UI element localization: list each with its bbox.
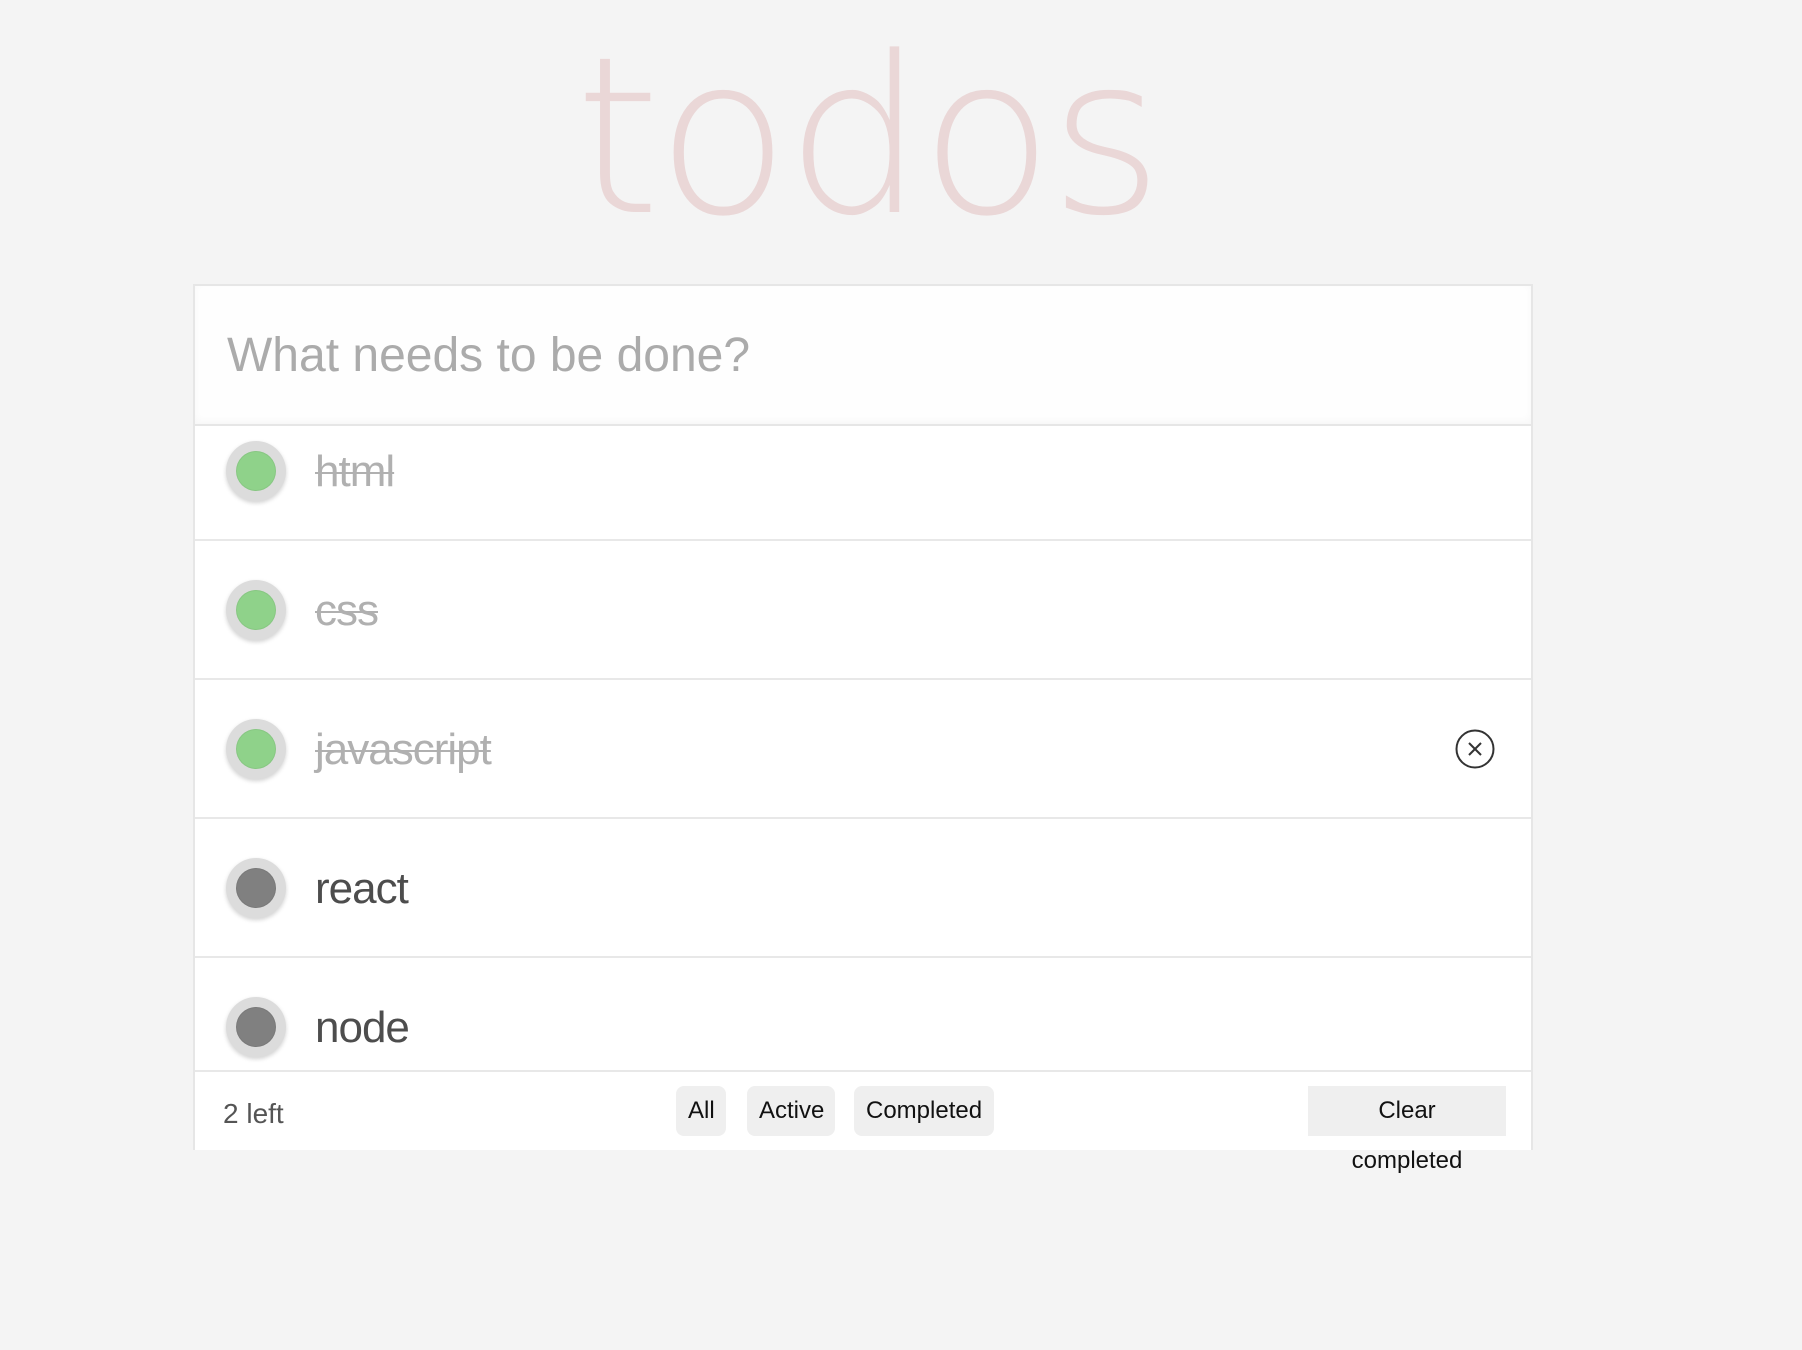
todo-item[interactable]: javascript bbox=[195, 680, 1531, 819]
check-dot-icon bbox=[236, 729, 276, 769]
todo-label: css bbox=[315, 586, 379, 635]
new-todo-input[interactable] bbox=[195, 286, 1531, 424]
check-dot-icon bbox=[236, 590, 276, 630]
filter-all-button[interactable]: All bbox=[676, 1086, 726, 1136]
check-dot-icon bbox=[236, 1007, 276, 1047]
toggle-checkbox[interactable] bbox=[226, 858, 286, 918]
todo-list-viewport[interactable]: html css javascript react node bbox=[195, 424, 1531, 1070]
todo-item[interactable]: react bbox=[195, 819, 1531, 958]
toggle-checkbox[interactable] bbox=[226, 719, 286, 779]
todo-label: node bbox=[315, 1003, 410, 1052]
toggle-checkbox[interactable] bbox=[226, 997, 286, 1057]
items-left-count: 2 left bbox=[223, 1098, 284, 1129]
toggle-checkbox[interactable] bbox=[226, 580, 286, 640]
todo-list: html css javascript react node bbox=[195, 426, 1531, 1070]
check-dot-icon bbox=[236, 868, 276, 908]
filter-active-button[interactable]: Active bbox=[747, 1086, 835, 1136]
todo-label: html bbox=[315, 447, 395, 496]
todo-label: javascript bbox=[315, 725, 492, 774]
filter-completed-button[interactable]: Completed bbox=[854, 1086, 994, 1136]
todo-item[interactable]: css bbox=[195, 541, 1531, 680]
todo-item[interactable]: node bbox=[195, 958, 1531, 1070]
close-circle-icon[interactable] bbox=[1455, 729, 1495, 769]
toggle-checkbox[interactable] bbox=[226, 441, 286, 501]
todo-item[interactable]: html bbox=[195, 426, 1531, 541]
todo-footer: 2 left All Active Completed Clear comple… bbox=[195, 1070, 1531, 1174]
app-title: todos bbox=[574, 11, 1163, 264]
check-dot-icon bbox=[236, 451, 276, 491]
todo-label: react bbox=[315, 864, 409, 913]
clear-completed-button[interactable]: Clear completed bbox=[1308, 1086, 1506, 1174]
todo-app: html css javascript bbox=[193, 284, 1533, 1174]
